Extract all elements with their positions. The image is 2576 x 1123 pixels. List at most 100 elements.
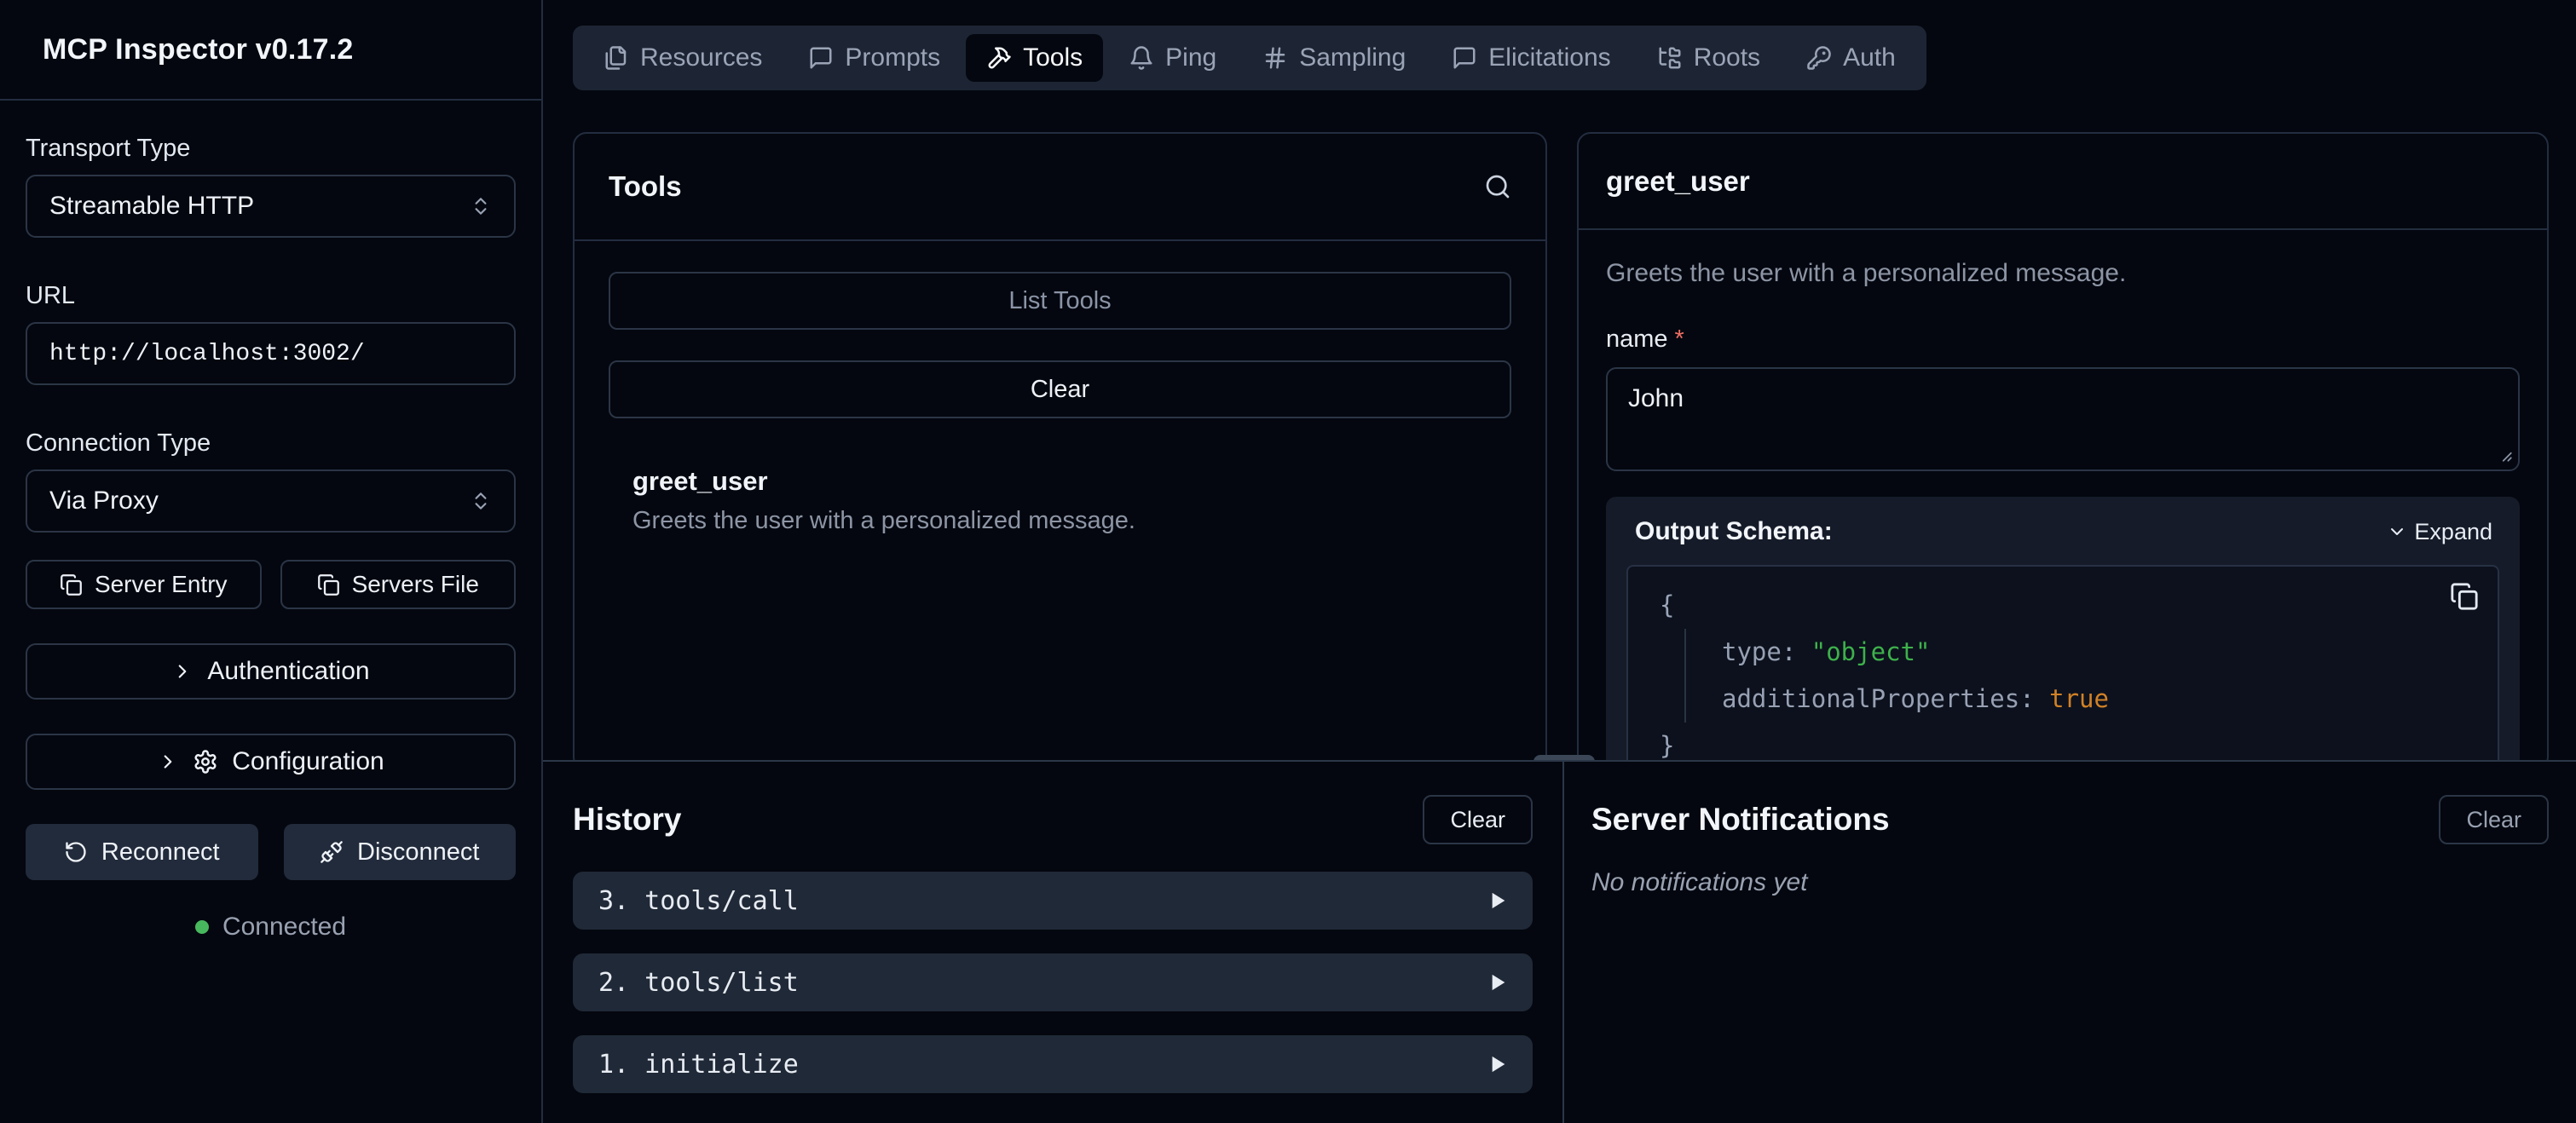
tool-list-item[interactable]: greet_user Greets the user with a person…	[609, 466, 1511, 535]
code-line: type: "object"	[1722, 629, 2474, 676]
top-section: Resources Prompts Tools	[543, 0, 2576, 762]
bell-icon	[1129, 45, 1154, 71]
url-input[interactable]	[26, 322, 516, 385]
code-line: additionalProperties: true	[1722, 676, 2474, 723]
required-asterisk: *	[1675, 325, 1684, 354]
server-notifications-panel: Server Notifications Clear No notificati…	[1562, 762, 2576, 1123]
output-schema-section: Output Schema: Expand	[1606, 497, 2520, 762]
copy-icon[interactable]	[2450, 582, 2479, 613]
tab-resources[interactable]: Resources	[583, 34, 783, 82]
history-title: History	[573, 802, 681, 838]
key-icon	[1806, 45, 1832, 71]
url-label: URL	[26, 282, 516, 310]
connection-type-label: Connection Type	[26, 429, 516, 458]
connection-type-value: Via Proxy	[49, 487, 159, 515]
copy-icon	[60, 573, 83, 596]
hash-icon	[1262, 45, 1288, 71]
history-panel: History Clear 3. tools/call 2. tools/lis…	[543, 762, 1562, 1123]
notifications-clear-button[interactable]: Clear	[2439, 795, 2549, 844]
history-item-label: 1. initialize	[598, 1050, 799, 1080]
panel-resize-handle[interactable]	[1533, 755, 1595, 762]
tab-label: Sampling	[1299, 43, 1406, 72]
tab-label: Elicitations	[1488, 43, 1610, 72]
tab-label: Auth	[1843, 43, 1896, 72]
server-entry-button[interactable]: Server Entry	[26, 560, 262, 609]
expand-toggle[interactable]: Expand	[2387, 519, 2492, 545]
connection-type-select[interactable]: Via Proxy	[26, 469, 516, 533]
tab-label: Ping	[1165, 43, 1216, 72]
tab-label: Prompts	[845, 43, 940, 72]
copy-icon	[317, 573, 340, 596]
status-dot-icon	[195, 920, 209, 934]
history-item[interactable]: 1. initialize	[573, 1035, 1533, 1093]
expand-label: Expand	[2414, 519, 2492, 545]
tab-elicitations[interactable]: Elicitations	[1431, 34, 1631, 82]
code-indent-group: type: "object" additionalProperties: tru…	[1684, 629, 2474, 723]
servers-file-button[interactable]: Servers File	[280, 560, 517, 609]
history-list: 3. tools/call 2. tools/list 1. initializ…	[573, 872, 1533, 1093]
tab-roots[interactable]: Roots	[1637, 34, 1781, 82]
main-content: Resources Prompts Tools	[543, 0, 2576, 1123]
clear-tools-button[interactable]: Clear	[609, 360, 1511, 418]
chevron-right-icon	[157, 751, 179, 773]
tab-auth[interactable]: Auth	[1786, 34, 1916, 82]
tab-sampling[interactable]: Sampling	[1242, 34, 1426, 82]
output-schema-code-block: { type: "object" additionalProperties: t…	[1626, 565, 2499, 762]
servers-file-label: Servers File	[352, 571, 479, 598]
history-item-label: 2. tools/list	[598, 968, 799, 998]
unplug-icon	[320, 840, 344, 864]
sidebar-header: MCP Inspector v0.17.2	[0, 0, 541, 101]
message-square-icon	[808, 45, 834, 71]
rotate-ccw-icon	[64, 840, 88, 864]
history-item-label: 3. tools/call	[598, 886, 799, 916]
tab-label: Resources	[640, 43, 762, 72]
name-textarea[interactable]	[1606, 367, 2520, 471]
message-square-icon	[1452, 45, 1477, 71]
chevron-down-icon	[2387, 521, 2407, 542]
tool-item-name: greet_user	[632, 466, 1511, 497]
tab-ping[interactable]: Ping	[1108, 34, 1237, 82]
reconnect-button[interactable]: Reconnect	[26, 824, 258, 880]
code-line: }	[1660, 723, 2474, 762]
hammer-icon	[986, 45, 1012, 71]
search-icon[interactable]	[1484, 173, 1511, 200]
name-field-label-row: name *	[1606, 325, 2520, 354]
files-icon	[604, 45, 629, 71]
app-root: MCP Inspector v0.17.2 Transport Type Str…	[0, 0, 2576, 1123]
tab-prompts[interactable]: Prompts	[788, 34, 961, 82]
history-item[interactable]: 3. tools/call	[573, 872, 1533, 930]
detail-description: Greets the user with a personalized mess…	[1606, 259, 2520, 288]
chevrons-up-down-icon	[470, 195, 492, 217]
bottom-section: History Clear 3. tools/call 2. tools/lis…	[543, 762, 2576, 1123]
name-field-label: name	[1606, 325, 1668, 354]
sidebar: MCP Inspector v0.17.2 Transport Type Str…	[0, 0, 543, 1123]
transport-type-select[interactable]: Streamable HTTP	[26, 175, 516, 238]
play-icon	[1490, 973, 1507, 992]
tab-label: Tools	[1023, 43, 1083, 72]
list-tools-button[interactable]: List Tools	[609, 272, 1511, 330]
tab-label: Roots	[1694, 43, 1760, 72]
transport-type-value: Streamable HTTP	[49, 192, 254, 221]
history-clear-button[interactable]: Clear	[1423, 795, 1533, 844]
chevrons-up-down-icon	[470, 490, 492, 512]
folder-tree-icon	[1657, 45, 1683, 71]
output-schema-title: Output Schema:	[1635, 517, 1833, 546]
tool-detail-panel: greet_user Greets the user with a person…	[1577, 132, 2549, 762]
tab-tools[interactable]: Tools	[966, 34, 1103, 82]
server-entry-label: Server Entry	[95, 571, 228, 598]
play-icon	[1490, 1055, 1507, 1074]
detail-title: greet_user	[1606, 165, 1750, 198]
notifications-title: Server Notifications	[1591, 802, 1890, 838]
tools-panel: Tools List Tools Clear greet_user Greets…	[573, 132, 1547, 762]
tools-panel-title: Tools	[609, 170, 682, 203]
transport-type-label: Transport Type	[26, 135, 516, 163]
connection-status: Connected	[26, 913, 516, 942]
disconnect-button[interactable]: Disconnect	[284, 824, 517, 880]
authentication-toggle[interactable]: Authentication	[26, 643, 516, 700]
configuration-toggle[interactable]: Configuration	[26, 734, 516, 790]
history-item[interactable]: 2. tools/list	[573, 953, 1533, 1011]
disconnect-label: Disconnect	[357, 838, 479, 867]
authentication-label: Authentication	[207, 657, 369, 686]
reconnect-label: Reconnect	[101, 838, 220, 867]
configuration-label: Configuration	[232, 747, 384, 776]
